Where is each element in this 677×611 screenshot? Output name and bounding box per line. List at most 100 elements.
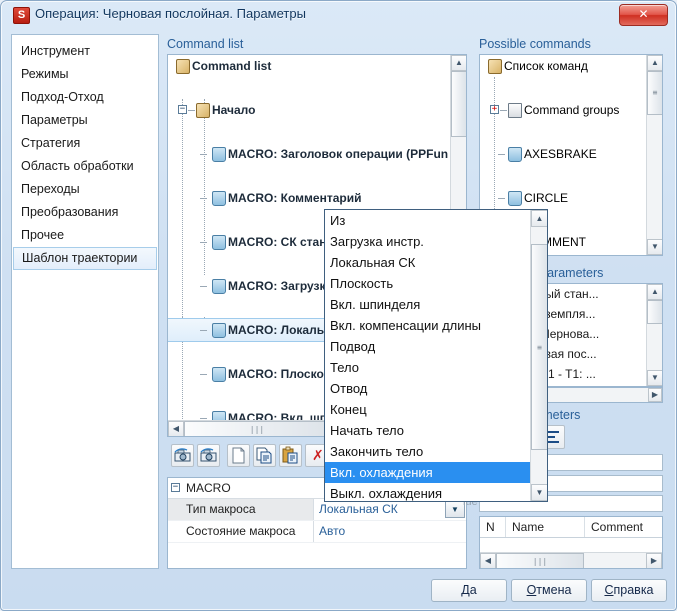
scroll-up-icon[interactable]: ▲ bbox=[647, 55, 663, 71]
table-header-name[interactable]: Name bbox=[506, 517, 585, 537]
doc-icon bbox=[212, 279, 226, 294]
property-row-macro-type[interactable]: Тип макроса Локальная СК ▼ bbox=[168, 499, 466, 521]
scroll-thumb[interactable]: ||| bbox=[184, 421, 330, 437]
table-header-n[interactable]: N bbox=[480, 517, 506, 537]
client-area: Инструмент Режимы Подход-Отход Параметры… bbox=[6, 31, 671, 570]
possible-commands-label: Possible commands bbox=[479, 37, 591, 51]
scroll-down-icon[interactable]: ▼ bbox=[647, 239, 663, 255]
tree-line bbox=[200, 154, 207, 155]
doc-icon bbox=[508, 147, 522, 162]
sidebar-item-modes[interactable]: Режимы bbox=[12, 63, 158, 86]
table-hscrollbar[interactable]: ◀ ||| ▶ bbox=[480, 552, 662, 568]
tree-node-axesbrake[interactable]: AXESBRAKE bbox=[480, 143, 647, 165]
tree-node-label: Начало bbox=[212, 99, 255, 121]
scroll-thumb[interactable]: ≡ bbox=[647, 71, 663, 115]
dropdown-item-coolant-off[interactable]: Выкл. охлаждения bbox=[325, 483, 531, 501]
scroll-left-icon[interactable]: ◀ bbox=[480, 553, 496, 569]
dropdown-vscrollbar[interactable]: ▲ ≡ ▼ bbox=[530, 210, 547, 501]
sidebar: Инструмент Режимы Подход-Отход Параметры… bbox=[11, 34, 159, 569]
dropdown-item-telo[interactable]: Тело bbox=[325, 357, 531, 378]
table-header-comment[interactable]: Comment bbox=[585, 517, 663, 537]
scroll-up-icon[interactable]: ▲ bbox=[451, 55, 467, 71]
command-parameters-vscrollbar[interactable]: ▲ ▼ bbox=[646, 284, 662, 386]
possible-commands-vscrollbar[interactable]: ▲ ≡ ▼ bbox=[646, 55, 662, 255]
new-button[interactable] bbox=[227, 444, 250, 467]
scroll-right-icon[interactable]: ▶ bbox=[646, 553, 662, 569]
property-row-macro-state[interactable]: Состояние макроса Авто bbox=[168, 521, 466, 543]
dropdown-item-load-tool[interactable]: Загрузка инстр. bbox=[325, 231, 531, 252]
scroll-thumb[interactable] bbox=[451, 71, 467, 137]
scroll-thumb[interactable] bbox=[647, 300, 663, 324]
sidebar-item-trajectory-template[interactable]: Шаблон траектории bbox=[13, 247, 157, 270]
scroll-down-icon[interactable]: ▼ bbox=[531, 484, 548, 501]
tree-node-nachalo[interactable]: − Начало bbox=[168, 99, 451, 121]
sidebar-item-transitions[interactable]: Переходы bbox=[12, 178, 158, 201]
tree-node-circle[interactable]: CIRCLE bbox=[480, 187, 647, 209]
property-value[interactable]: Авто bbox=[313, 521, 466, 542]
expander-expand-icon[interactable]: + bbox=[490, 105, 499, 114]
tree-line bbox=[498, 154, 505, 155]
app-icon: S bbox=[13, 7, 30, 24]
help-button[interactable]: Справка bbox=[591, 579, 667, 602]
paste-button[interactable] bbox=[279, 444, 302, 467]
sidebar-item-parameters[interactable]: Параметры bbox=[12, 109, 158, 132]
cancel-rest: тмена bbox=[536, 583, 571, 597]
scroll-right-icon[interactable]: ▶ bbox=[648, 388, 662, 402]
scroll-thumb[interactable]: ||| bbox=[496, 553, 584, 569]
capture-button[interactable] bbox=[171, 444, 194, 467]
dropdown-item-end-body[interactable]: Закончить тело bbox=[325, 441, 531, 462]
capture-all-button[interactable] bbox=[197, 444, 220, 467]
dropdown-item-begin-body[interactable]: Начать тело bbox=[325, 420, 531, 441]
doc-icon bbox=[212, 191, 226, 206]
dropdown-item-podvod[interactable]: Подвод bbox=[325, 336, 531, 357]
dropdown-item-local-cs[interactable]: Локальная СК bbox=[325, 252, 531, 273]
scroll-icon bbox=[488, 59, 502, 74]
tree-line bbox=[200, 286, 207, 287]
tree-line bbox=[188, 110, 195, 111]
sidebar-item-other[interactable]: Прочее bbox=[12, 224, 158, 247]
tree-node-macro-comment[interactable]: MACRO: Комментарий bbox=[168, 187, 451, 209]
dropdown-item-spindle-on[interactable]: Вкл. шпинделя bbox=[325, 294, 531, 315]
scroll-up-icon[interactable]: ▲ bbox=[531, 210, 548, 227]
chevron-down-icon[interactable]: ▼ bbox=[445, 501, 465, 518]
scroll-down-icon[interactable]: ▼ bbox=[647, 370, 663, 386]
sidebar-item-transformations[interactable]: Преобразования bbox=[12, 201, 158, 224]
cancel-button[interactable]: Отмена bbox=[511, 579, 587, 602]
close-icon[interactable]: ✕ bbox=[619, 4, 668, 26]
tree-node-command-list[interactable]: Command list bbox=[168, 55, 451, 77]
sidebar-item-strategy[interactable]: Стратегия bbox=[12, 132, 158, 155]
help-accel: С bbox=[604, 583, 613, 597]
copy-button[interactable] bbox=[253, 444, 276, 467]
scroll-icon bbox=[196, 103, 210, 118]
sidebar-item-approach-retract[interactable]: Подход-Отход bbox=[12, 86, 158, 109]
ok-button[interactable]: Да bbox=[431, 579, 507, 602]
property-value[interactable]: Локальная СК bbox=[313, 499, 466, 520]
macro-type-dropdown[interactable]: Из Загрузка инстр. Локальная СК Плоскост… bbox=[324, 209, 548, 502]
tree-node-macro-header[interactable]: MACRO: Заголовок операции (PPFun T... bbox=[168, 143, 451, 165]
sidebar-item-machining-area[interactable]: Область обработки bbox=[12, 155, 158, 178]
page-icon bbox=[228, 445, 249, 466]
tree-line bbox=[200, 330, 207, 331]
tree-line bbox=[200, 198, 207, 199]
scroll-thumb[interactable]: ≡ bbox=[531, 244, 548, 450]
dropdown-item-konec[interactable]: Конец bbox=[325, 399, 531, 420]
dropdown-item-length-comp-on[interactable]: Вкл. компенсации длины bbox=[325, 315, 531, 336]
scroll-left-icon[interactable]: ◀ bbox=[168, 421, 184, 437]
tree-node-spisok-komand[interactable]: Список команд bbox=[480, 55, 647, 77]
sidebar-item-instrument[interactable]: Инструмент bbox=[12, 40, 158, 63]
dropdown-item-plane[interactable]: Плоскость bbox=[325, 273, 531, 294]
tree-node-label: AXESBRAKE bbox=[524, 143, 597, 165]
tree-node-command-groups[interactable]: + Command groups bbox=[480, 99, 647, 121]
dropdown-item-iz[interactable]: Из bbox=[325, 210, 531, 231]
property-name: Тип макроса bbox=[168, 499, 313, 520]
expander-collapse-icon[interactable]: − bbox=[178, 105, 187, 114]
tree-node-label: Command list bbox=[192, 55, 271, 77]
macro-parameters-table[interactable]: N Name Comment ◀ ||| ▶ bbox=[479, 516, 663, 569]
doc-icon bbox=[212, 147, 226, 162]
dropdown-item-coolant-on[interactable]: Вкл. охлаждения bbox=[325, 462, 531, 483]
expander-collapse-icon[interactable]: − bbox=[171, 483, 180, 492]
tree-line bbox=[200, 418, 207, 419]
dropdown-item-otvod[interactable]: Отвод bbox=[325, 378, 531, 399]
scroll-up-icon[interactable]: ▲ bbox=[647, 284, 663, 300]
doc-icon bbox=[508, 191, 522, 206]
